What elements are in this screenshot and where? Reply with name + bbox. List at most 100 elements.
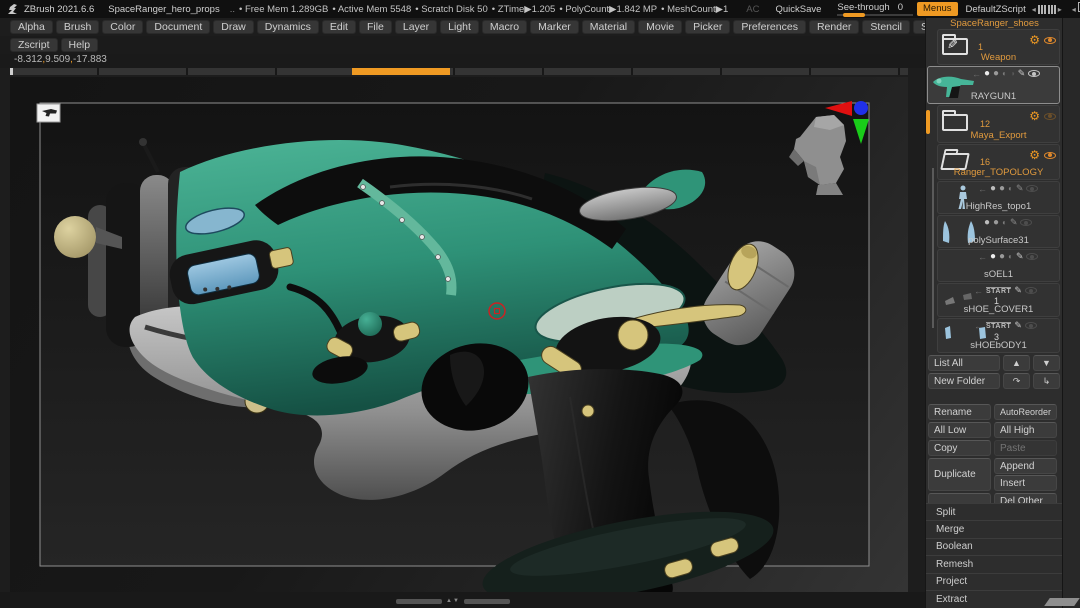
menu-button[interactable]: Zscript: [10, 38, 58, 52]
right-tray-edge[interactable]: [1062, 18, 1080, 608]
contrast-icon[interactable]: ◑: [1010, 69, 1015, 78]
edit-pencil-icon[interactable]: ✎: [1018, 68, 1026, 79]
subtool-item-polysurface31[interactable]: ● ● ◐ ✎ polySurface31: [937, 215, 1060, 248]
menus-toggle-button[interactable]: Menus: [917, 2, 958, 16]
subtool-folder-ranger-topology[interactable]: 16 Ranger_TOPOLOGY: [937, 144, 1060, 180]
edit-pencil-icon[interactable]: ✎: [1014, 285, 1022, 296]
menu-button[interactable]: Color: [102, 20, 143, 34]
gear-icon[interactable]: [1029, 31, 1040, 49]
menu-button[interactable]: Draw: [213, 20, 254, 34]
copy-button[interactable]: Copy: [928, 440, 991, 456]
goto-arrow-icon[interactable]: ←: [972, 69, 981, 79]
eye-icon[interactable]: [1044, 113, 1056, 120]
menu-button[interactable]: Movie: [638, 20, 682, 34]
eye-icon[interactable]: [1026, 253, 1038, 260]
tray-arrows-icon[interactable]: ▲▼: [446, 598, 460, 604]
viewport-canvas[interactable]: [10, 77, 908, 592]
half-visibility-icon[interactable]: ◐: [1002, 218, 1007, 227]
menu-button[interactable]: Picker: [685, 20, 730, 34]
edit-pencil-icon[interactable]: ✎: [1016, 183, 1024, 194]
polypaint-on-icon[interactable]: ●: [984, 68, 990, 79]
subtool-section-row[interactable]: Merge: [926, 520, 1063, 537]
menu-button[interactable]: Layer: [395, 20, 437, 34]
list-all-button[interactable]: List All: [928, 355, 1000, 371]
see-through-slider[interactable]: See-through 0: [837, 2, 903, 16]
polypaint-off-icon[interactable]: ●: [993, 217, 999, 228]
subtool-item-shoebody1[interactable]: ← START ✎ 3 sHOEbODY1: [937, 318, 1060, 353]
polypaint-off-icon[interactable]: ●: [999, 251, 1005, 262]
all-high-button[interactable]: All High: [994, 422, 1057, 438]
gear-icon[interactable]: [1029, 107, 1040, 125]
move-out-folder-button[interactable]: ↷: [1003, 373, 1030, 389]
tray-handle-bar[interactable]: [464, 599, 510, 604]
menu-button[interactable]: Material: [582, 20, 635, 34]
menu-button[interactable]: Alpha: [10, 20, 53, 34]
axis-z-icon[interactable]: [854, 101, 868, 115]
edit-pencil-icon[interactable]: ✎: [1014, 320, 1022, 331]
polypaint-on-icon[interactable]: ●: [990, 183, 996, 194]
polypaint-on-icon[interactable]: ●: [984, 217, 990, 228]
new-folder-button[interactable]: New Folder: [928, 373, 1000, 389]
goto-arrow-icon[interactable]: ←: [974, 286, 983, 296]
menu-button[interactable]: Edit: [322, 20, 356, 34]
subtool-section-row[interactable]: Remesh: [926, 555, 1063, 572]
half-visibility-icon[interactable]: ◐: [1002, 69, 1007, 78]
insert-button[interactable]: Insert: [994, 475, 1057, 491]
quicksave-button[interactable]: QuickSave: [775, 4, 821, 15]
polypaint-off-icon[interactable]: ●: [993, 68, 999, 79]
goto-arrow-icon[interactable]: ←: [974, 321, 983, 331]
all-low-button[interactable]: All Low: [928, 422, 991, 438]
eye-icon[interactable]: [1025, 287, 1037, 294]
eye-icon[interactable]: [1044, 37, 1056, 44]
menu-button[interactable]: Render: [809, 20, 859, 34]
move-down-button[interactable]: ▼: [1033, 355, 1060, 371]
eye-icon[interactable]: [1025, 322, 1037, 329]
subtool-section-row[interactable]: Boolean: [926, 538, 1063, 555]
next-arrow-icon[interactable]: ▸: [1058, 5, 1062, 14]
subtool-item-soel1[interactable]: ← ● ● ◐ ✎ sOEL1: [937, 249, 1060, 282]
subtool-item-cropped[interactable]: SpaceRanger_shoes: [928, 18, 1061, 28]
prev-arrow-icon[interactable]: ◂: [1072, 5, 1076, 14]
subtool-section-row[interactable]: Extract: [926, 590, 1063, 607]
menu-button[interactable]: Dynamics: [257, 20, 319, 34]
subtool-item-highres-topo1[interactable]: ← ● ● ◐ ✎ HighRes_topo1: [937, 181, 1060, 214]
move-up-button[interactable]: ▲: [1003, 355, 1030, 371]
menu-button[interactable]: Light: [440, 20, 479, 34]
subtool-folder-weapon[interactable]: ✎ 1 Weapon: [937, 29, 1060, 65]
subtool-section-row[interactable]: Split: [926, 503, 1063, 520]
half-visibility-icon[interactable]: ◐: [1008, 252, 1013, 261]
paste-button[interactable]: Paste: [994, 440, 1057, 456]
bottom-tray-handle[interactable]: ▲▼: [396, 598, 510, 604]
duplicate-button[interactable]: Duplicate: [928, 458, 991, 491]
corner-resize-grip[interactable]: [1044, 598, 1080, 606]
eye-icon[interactable]: [1028, 70, 1040, 77]
tool-preview-box[interactable]: [37, 104, 60, 122]
edit-pencil-icon[interactable]: ✎: [1016, 251, 1024, 262]
move-into-folder-button[interactable]: ↳: [1033, 373, 1060, 389]
half-visibility-icon[interactable]: ◐: [1008, 184, 1013, 193]
menu-button[interactable]: Marker: [530, 20, 579, 34]
tray-handle-bar[interactable]: [396, 599, 442, 604]
goto-arrow-icon[interactable]: ←: [978, 184, 987, 194]
polypaint-on-icon[interactable]: ●: [990, 251, 996, 262]
menu-button[interactable]: File: [359, 20, 392, 34]
autoreorder-button[interactable]: AutoReorder: [994, 404, 1057, 420]
gear-icon[interactable]: [1029, 146, 1040, 164]
slider-bars-icon[interactable]: [1038, 5, 1046, 14]
see-through-thumb[interactable]: [843, 13, 865, 17]
menu-button[interactable]: Stencil: [862, 20, 910, 34]
subtool-folder-maya-export[interactable]: 12 Maya_Export: [937, 105, 1060, 143]
default-zscript-button[interactable]: DefaultZScript: [966, 4, 1026, 15]
eye-icon[interactable]: [1020, 219, 1032, 226]
menu-button[interactable]: Document: [146, 20, 210, 34]
subtool-item-shoe-cover1[interactable]: ← START ✎ 1 sHOE_COVER1: [937, 283, 1060, 317]
prev-arrow-icon[interactable]: ◂: [1032, 5, 1036, 14]
menu-button[interactable]: Macro: [482, 20, 527, 34]
menu-button[interactable]: Help: [61, 38, 99, 52]
slider-bars-icon[interactable]: [1048, 5, 1056, 14]
menu-button[interactable]: Preferences: [733, 20, 806, 34]
subtool-item-raygun1-selected[interactable]: ← ● ● ◐ ◑ ✎ RAYGUN1: [927, 66, 1060, 104]
rename-button[interactable]: Rename: [928, 404, 991, 420]
eye-icon[interactable]: [1044, 152, 1056, 159]
timeline-strip[interactable]: [10, 68, 908, 75]
